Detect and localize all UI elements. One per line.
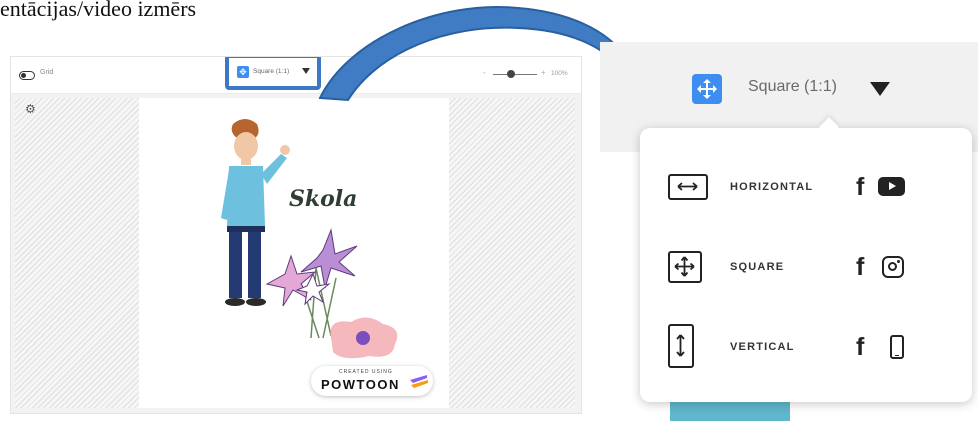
grid-label: Grid [40, 69, 54, 76]
move-icon [692, 74, 722, 104]
format-options-menu: HORIZONTAL f SQUARE f VERTICAL f [640, 117, 972, 402]
zoomed-format-dropdown: Square (1:1) HORIZONTAL f SQUARE f VERTI… [600, 0, 978, 421]
youtube-icon [878, 177, 905, 196]
caption-text: entācijas/video izmērs [0, 0, 197, 21]
format-selector-label: Square (1:1) [253, 68, 290, 75]
format-selector-highlight[interactable]: ✥ Square (1:1) [225, 57, 321, 90]
menu-item-square[interactable]: SQUARE f [668, 248, 928, 288]
badge-brand-name: POWTOON [321, 377, 400, 392]
menu-item-label: SQUARE [730, 261, 785, 273]
instagram-icon [882, 256, 904, 278]
move-icon: ✥ [237, 66, 249, 78]
work-area: ⚙ Skola CREATED USING POWTOON [15, 98, 575, 408]
facebook-icon: f [856, 333, 865, 361]
menu-item-vertical[interactable]: VERTICAL f [668, 324, 928, 372]
grid-toggle[interactable] [19, 71, 35, 80]
caret-down-icon [870, 82, 890, 96]
format-dropdown-button[interactable]: Square (1:1) [692, 72, 898, 108]
phone-icon [890, 335, 904, 359]
pink-shape-illustration [330, 317, 398, 359]
powtoon-badge[interactable]: CREATED USING POWTOON [311, 366, 433, 396]
menu-item-label: VERTICAL [730, 341, 795, 353]
caret-down-icon [302, 68, 310, 74]
gear-icon[interactable]: ⚙ [25, 102, 36, 116]
vertical-arrows-icon [668, 324, 694, 368]
canvas-text-skola[interactable]: Skola [289, 186, 357, 212]
powtoon-logo-icon [410, 375, 428, 388]
menu-item-horizontal[interactable]: HORIZONTAL f [668, 168, 928, 208]
badge-created-using: CREATED USING [339, 369, 393, 375]
facebook-icon: f [856, 253, 865, 281]
facebook-icon: f [856, 173, 865, 201]
horizontal-arrows-icon [668, 174, 708, 200]
menu-item-label: HORIZONTAL [730, 181, 814, 193]
move-arrows-icon [668, 251, 702, 283]
dropdown-selected-label: Square (1:1) [748, 78, 837, 95]
slide-canvas[interactable]: Skola CREATED USING POWTOON [139, 98, 449, 408]
